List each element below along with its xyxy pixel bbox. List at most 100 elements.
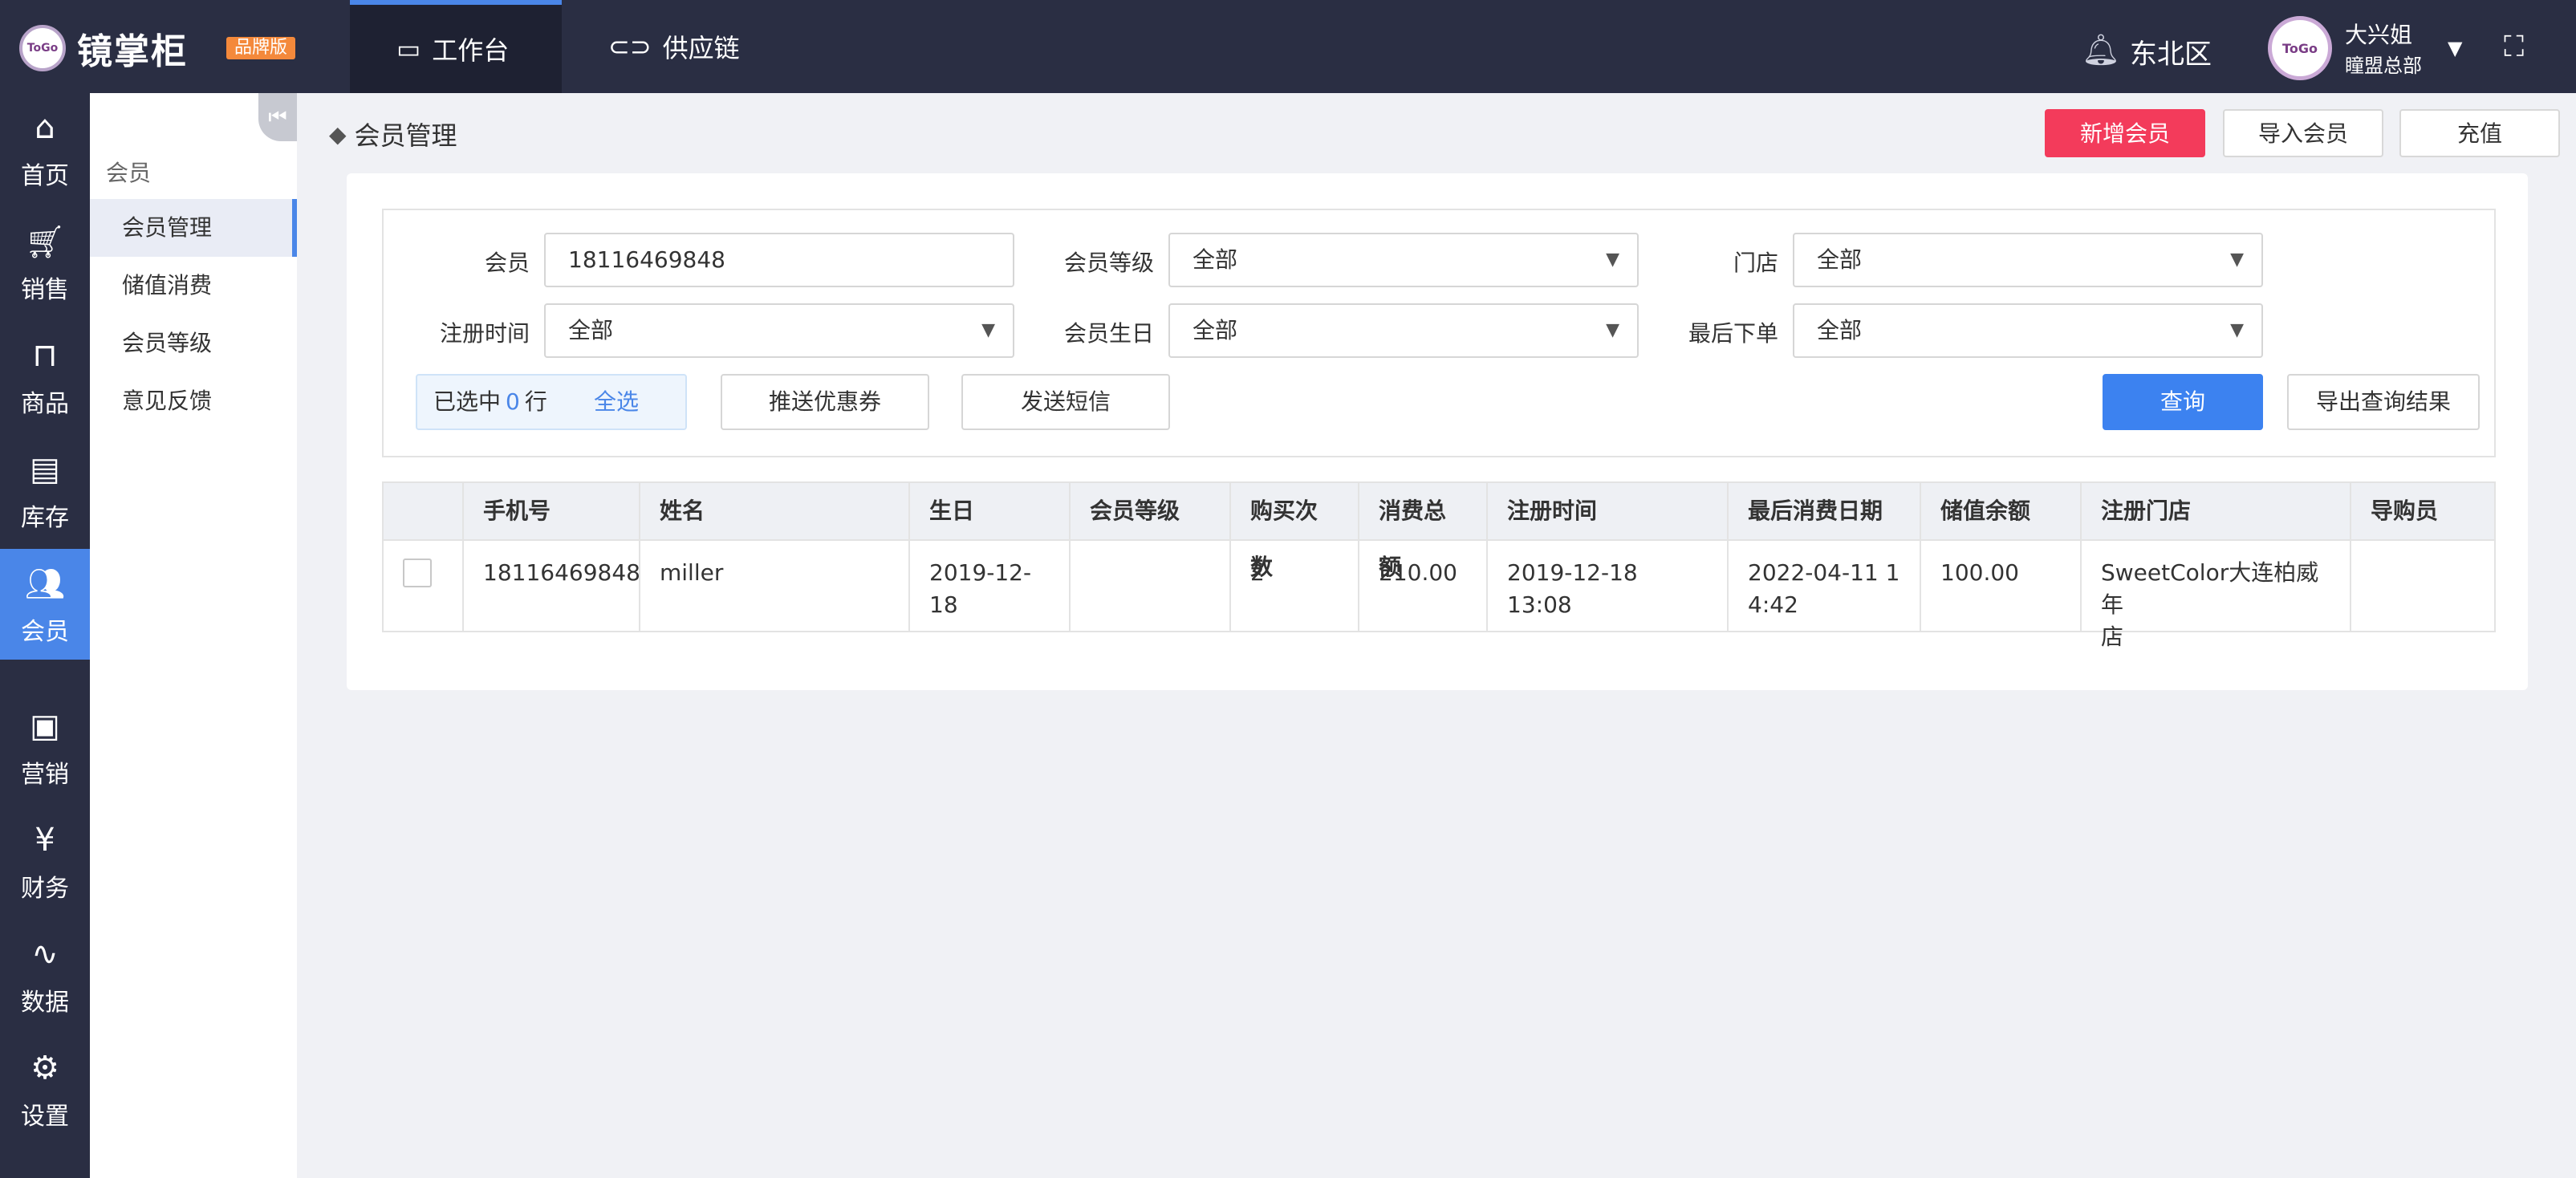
member-level-select[interactable]: 全部 ▼ [1168,233,1639,287]
member-level-label: 会员等级 [1063,250,1154,276]
birthday-select[interactable]: 全部 ▼ [1168,303,1639,358]
nav-item-members[interactable]: 👥︎ 会员 [0,549,90,660]
phone-link[interactable]: 18116469848 [464,541,640,631]
total-cell: 210.00 [1359,541,1488,631]
last-order-value: 全部 [1817,317,1863,343]
selected-suffix: 行 [524,388,547,415]
nav-label: 库存 [21,504,69,532]
store-line-1: SweetColor大连柏威年 [2101,559,2319,618]
col-header[interactable]: 注册时间 [1488,483,1729,539]
query-button[interactable]: 查询 [2103,374,2263,430]
app-logo[interactable]: ToGo 镜掌柜 [19,22,188,74]
last-consume-cell: 2022-04-11 1 4:42 [1729,541,1921,631]
region-selector[interactable]: 东北区 [2130,32,2212,71]
chevron-down-icon: ▼ [1606,320,1619,340]
tab-workbench[interactable]: ▭ 工作台 [350,0,562,93]
store-cell: SweetColor大连柏威年 店 [2082,541,2351,650]
selected-number: 0 [506,388,520,415]
sub-nav-item-member-management[interactable]: 会员管理 [90,199,297,257]
birthday-value: 全部 [1193,317,1238,343]
last-order-select[interactable]: 全部 ▼ [1793,303,2263,358]
member-level-value: 全部 [1193,246,1238,273]
row-checkbox[interactable] [403,559,432,587]
level-cell [1071,541,1231,631]
col-header[interactable]: 手机号 [464,483,640,539]
store-select[interactable]: 全部 ▼ [1793,233,2263,287]
register-time-label: 注册时间 [439,320,530,347]
col-header[interactable]: 储值余额 [1921,483,2082,539]
tab-label: 供应链 [662,33,740,63]
chevron-down-icon: ▼ [981,320,995,340]
nav-item-data[interactable]: ∿ 数据 [0,920,90,1030]
nav-item-sales[interactable]: 🛒︎ 销售 [0,207,90,318]
row-checkbox-cell [384,541,464,631]
name-cell: miller [640,541,910,631]
sub-nav: ⏮ 会员 会员管理 储值消费 会员等级 意见反馈 [90,93,297,1178]
chevron-down-icon: ▼ [1606,250,1619,270]
chevron-down-icon[interactable]: ▼ [2448,37,2462,59]
nav-item-finance[interactable]: ¥ 财务 [0,806,90,916]
select-all-link[interactable]: 全选 [594,376,639,429]
gear-icon: ⚙ [30,1050,59,1087]
user-org: 瞳盟总部 [2345,55,2422,77]
store-line-2: 店 [2101,624,2124,650]
birthday-cell: 2019-12-18 [910,541,1071,631]
bell-icon[interactable]: 🔔︎ [2082,32,2120,68]
logo-mark-icon: ToGo [19,25,66,71]
tab-supply-chain[interactable]: ⊂⊃ 供应链 [562,0,762,93]
tab-label: 工作台 [432,35,510,66]
col-header[interactable]: 最后消费日期 [1729,483,1921,539]
nav-item-settings[interactable]: ⚙ 设置 [0,1034,90,1144]
app-name: 镜掌柜 [77,31,188,72]
member-card: 会员 18116469848 会员等级 全部 ▼ 门店 全部 ▼ 注册时间 全部… [347,173,2528,690]
send-sms-button[interactable]: 发送短信 [961,374,1170,430]
member-search-input[interactable]: 18116469848 [544,233,1014,287]
nav-item-products[interactable]: ⊓ 商品 [0,321,90,432]
col-header[interactable]: 购买次数 [1231,483,1359,580]
table-row[interactable]: 18116469848 miller 2019-12-18 2 210.00 2… [382,541,2496,650]
chevron-down-icon: ▼ [2230,250,2244,270]
add-member-button[interactable]: 新增会员 [2045,109,2205,157]
monitor-icon: ▭ [396,34,421,64]
link-icon: ⊂⊃ [608,31,652,62]
nav-label: 设置 [21,1103,69,1131]
pulse-icon: ∿ [31,936,59,973]
col-header[interactable]: 注册门店 [2082,483,2351,539]
col-header[interactable]: 会员等级 [1071,483,1231,539]
last-consume-line-1: 2022-04-11 1 [1748,559,1900,586]
col-header[interactable]: 生日 [910,483,1071,539]
col-header[interactable]: 导购员 [2351,483,2494,539]
avatar[interactable]: ToGo [2268,16,2332,80]
user-name[interactable]: 大兴姐 [2345,18,2412,50]
nav-item-inventory[interactable]: ▤ 库存 [0,435,90,546]
left-nav: ⌂ 首页 🛒︎ 销售 ⊓ 商品 ▤ 库存 👥︎ 会员 ▣ 营销 ¥ 财务 ∿ 数… [0,93,90,1178]
nav-item-marketing[interactable]: ▣ 营销 [0,692,90,802]
member-table: 手机号 姓名 生日 会员等级 购买次数 消费总额 注册时间 最后消费日期 储值余… [382,481,2496,650]
nav-item-home[interactable]: ⌂ 首页 [0,93,90,204]
sub-nav-item-stored-value[interactable]: 储值消费 [90,257,297,315]
member-label: 会员 [484,250,530,276]
store-label: 门店 [1733,250,1778,276]
fullscreen-icon[interactable]: ⛶ [2504,30,2524,64]
member-search-value: 18116469848 [568,246,725,273]
guide-cell [2351,541,2494,631]
nav-label: 营销 [21,761,69,789]
col-header[interactable]: 姓名 [640,483,910,539]
members-icon: 👥︎ [24,566,66,603]
birthday-label: 会员生日 [1063,320,1154,347]
sub-nav-item-feedback[interactable]: 意见反馈 [90,372,297,430]
export-results-button[interactable]: 导出查询结果 [2287,374,2480,430]
edition-badge: 品牌版 [226,37,296,59]
push-coupon-button[interactable]: 推送优惠券 [721,374,929,430]
import-member-button[interactable]: 导入会员 [2223,109,2383,157]
header-checkbox-cell [384,483,464,539]
page-title-text: 会员管理 [354,120,457,151]
sub-nav-item-member-level[interactable]: 会员等级 [90,315,297,372]
sub-nav-group-title: 会员 [106,160,152,186]
recharge-button[interactable]: 充值 [2399,109,2560,157]
cart-icon: 🛒︎ [24,224,66,261]
yen-icon: ¥ [35,822,55,859]
col-header[interactable]: 消费总额 [1359,483,1488,580]
register-time-select[interactable]: 全部 ▼ [544,303,1014,358]
collapse-sidebar-icon[interactable]: ⏮ [258,93,297,141]
